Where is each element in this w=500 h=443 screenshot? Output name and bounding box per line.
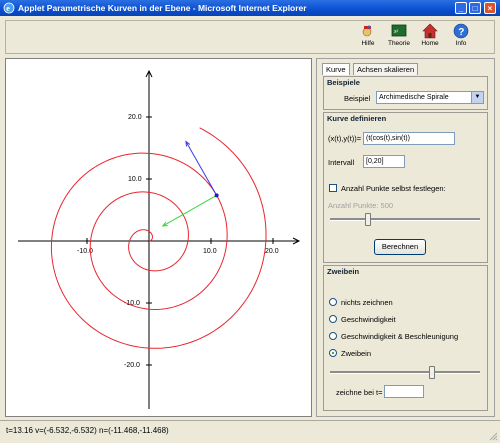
window-title: Applet Parametrische Kurven in der Ebene… [18, 3, 307, 13]
interval-label: Intervall [328, 158, 355, 167]
status-bar: t=13.16 v=(-6.532,-6.532) n=(-11.468,-11… [0, 420, 500, 443]
berechnen-button[interactable]: Berechnen [374, 239, 426, 255]
normal-vector [162, 194, 217, 227]
chevron-down-icon[interactable]: ▼ [471, 92, 483, 103]
info-icon: ? [453, 23, 469, 39]
theory-icon: x² [391, 24, 407, 37]
radio-geschwindigkeit-beschleunigung[interactable] [329, 332, 337, 340]
y-tick-label: 10.0 [128, 176, 142, 183]
radio-geschwindigkeit[interactable] [329, 315, 337, 323]
plot-area[interactable]: -10.0 10.0 20.0 20.0 10.0 -10.0 -20.0 [5, 58, 312, 417]
beispiel-label: Beispiel [344, 94, 371, 103]
svg-text:?: ? [458, 27, 464, 38]
points-slider-track[interactable] [330, 218, 480, 221]
draw-at-input[interactable] [384, 385, 424, 398]
radio-nichts-zeichnen[interactable] [329, 298, 337, 306]
points-checkbox[interactable] [329, 184, 337, 192]
beispiele-title: Beispiele [327, 78, 360, 87]
svg-text:e: e [6, 4, 10, 13]
home-icon [422, 23, 438, 39]
points-count-label: Anzahl Punkte: 500 [328, 201, 394, 210]
points-slider-thumb[interactable] [365, 213, 371, 226]
kurve-group: Kurve definieren (x(t),y(t))= (t(cos(t),… [323, 112, 488, 263]
spiral-curve [50, 127, 267, 349]
axes [18, 69, 301, 409]
radio-label-nichts-zeichnen: nichts zeichnen [341, 298, 393, 307]
expression-input[interactable]: (t(cos(t),sin(t)) [363, 132, 455, 145]
theory-label: Theorie [387, 40, 411, 47]
control-panel: Kurve Achsen skalieren Beispiele Beispie… [316, 58, 495, 417]
radio-label-geschwindigkeit-beschleunigung: Geschwindigkeit & Beschleunigung [341, 332, 459, 341]
minimize-button[interactable]: _ [455, 2, 467, 14]
help-button[interactable]: Hilfe [354, 23, 382, 51]
radio-label-geschwindigkeit: Geschwindigkeit [341, 315, 396, 324]
status-text: t=13.16 v=(-6.532,-6.532) n=(-11.468,-11… [6, 426, 169, 435]
zweibein-title: Zweibein [327, 267, 360, 276]
svg-text:x²: x² [394, 29, 399, 35]
info-button[interactable]: ? Info [447, 23, 475, 51]
t-slider-track[interactable] [330, 371, 480, 374]
expression-label: (x(t),y(t))= [328, 134, 362, 143]
tab-achsen-skalieren[interactable]: Achsen skalieren [353, 63, 419, 75]
curve-point [214, 193, 219, 198]
x-tick-label: 20.0 [265, 248, 279, 255]
radio-zweibein[interactable] [329, 349, 337, 357]
velocity-vector [185, 141, 218, 196]
home-button[interactable]: Home [416, 23, 444, 51]
radio-label-zweibein: Zweibein [341, 349, 372, 358]
title-bar: e Applet Parametrische Kurven in der Ebe… [0, 0, 500, 16]
draw-at-label: zeichne bei t= [336, 388, 383, 397]
interval-input[interactable]: [0,20] [363, 155, 405, 168]
applet-toolbar: Hilfe x² Theorie Home ? Info [5, 20, 495, 54]
beispiele-group: Beispiele Beispiel Archimedische Spirale… [323, 76, 488, 110]
maximize-button[interactable]: □ [469, 2, 481, 14]
resize-grip-icon[interactable] [488, 431, 498, 441]
kurve-title: Kurve definieren [327, 114, 387, 123]
browser-icon: e [3, 2, 15, 14]
t-slider-thumb[interactable] [429, 366, 435, 379]
y-tick-label: 20.0 [128, 114, 142, 121]
help-icon [362, 25, 372, 37]
tab-kurve[interactable]: Kurve [322, 63, 350, 75]
plot-canvas[interactable]: -10.0 10.0 20.0 20.0 10.0 -10.0 -20.0 [6, 59, 311, 416]
y-tick-label: -20.0 [124, 362, 140, 369]
x-tick-label: 10.0 [203, 248, 217, 255]
beispiel-selected: Archimedische Spirale [379, 94, 449, 101]
help-label: Hilfe [361, 40, 375, 47]
home-label: Home [421, 40, 439, 47]
zweibein-group: Zweibein nichts zeichnen Geschwindigkeit… [323, 265, 488, 411]
info-label: Info [455, 40, 467, 47]
close-button[interactable]: × [484, 2, 496, 14]
theory-button[interactable]: x² Theorie [385, 23, 413, 51]
beispiel-select[interactable]: Archimedische Spirale ▼ [376, 91, 484, 104]
points-checkbox-label: Anzahl Punkte selbst festlegen: [341, 184, 446, 193]
